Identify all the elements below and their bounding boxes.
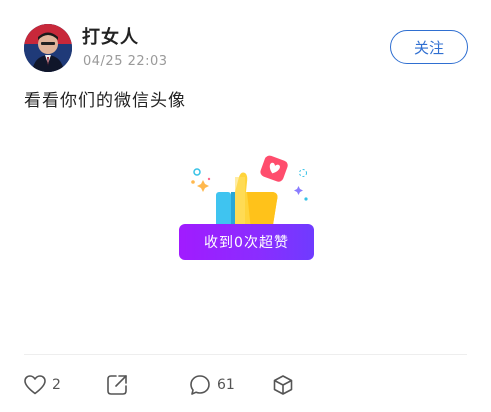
super-like-widget[interactable]: 收到0次超赞 xyxy=(179,155,314,265)
divider xyxy=(24,354,467,355)
share-icon xyxy=(107,375,127,395)
cube-icon xyxy=(273,375,293,395)
avatar[interactable] xyxy=(24,24,72,72)
heart-icon xyxy=(24,375,46,395)
post-card: 打女人 04/25 22:03 关注 看看你们的微信头像 收到0次超赞 2 61 xyxy=(0,0,491,412)
post-text: 看看你们的微信头像 xyxy=(24,91,186,111)
post-timestamp: 04/25 22:03 xyxy=(83,54,168,69)
like-button[interactable]: 2 xyxy=(24,373,61,397)
share-button[interactable] xyxy=(106,373,128,397)
comment-button[interactable]: 61 xyxy=(189,373,235,397)
more-button[interactable] xyxy=(272,373,294,397)
comment-icon xyxy=(190,375,210,395)
follow-button[interactable]: 关注 xyxy=(390,30,468,64)
super-like-button[interactable]: 收到0次超赞 xyxy=(179,224,314,260)
like-count: 2 xyxy=(52,377,61,393)
username[interactable]: 打女人 xyxy=(82,23,139,49)
thumbs-up-icon xyxy=(191,155,308,230)
comment-count: 61 xyxy=(217,377,235,393)
